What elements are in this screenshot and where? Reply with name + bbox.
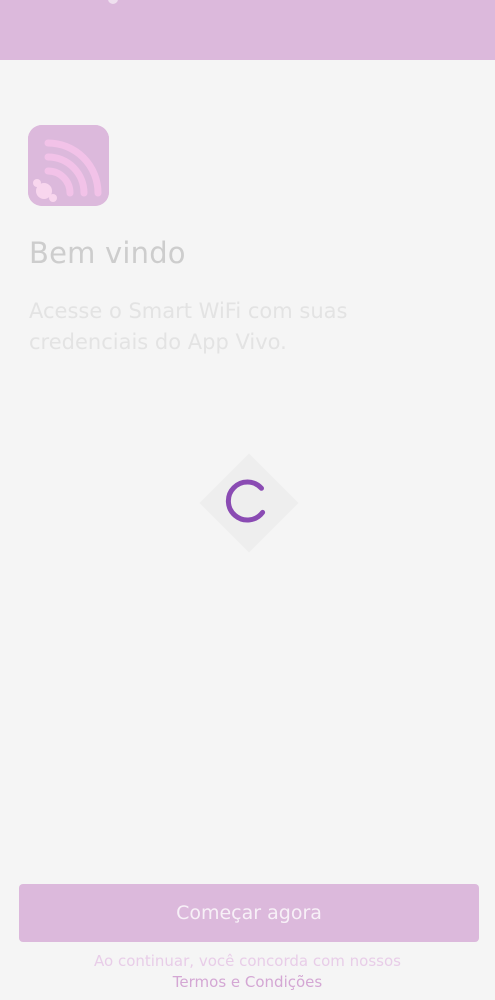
terms-notice: Ao continuar, você concorda com nossos T… <box>0 951 495 993</box>
app-logo <box>28 125 109 206</box>
status-bar-glimpse <box>108 0 118 4</box>
welcome-title: Bem vindo <box>29 236 186 270</box>
terms-notice-text: Ao continuar, você concorda com nossos <box>94 952 401 970</box>
loading-spinner <box>224 478 270 524</box>
welcome-subtitle: Acesse o Smart WiFi com suas credenciais… <box>29 299 348 354</box>
terms-link[interactable]: Termos e Condições <box>173 972 322 993</box>
start-now-button[interactable]: Começar agora <box>19 884 479 942</box>
wifi-pacifier-icon <box>28 125 109 206</box>
loading-spinner-icon <box>225 479 266 523</box>
header-bar <box>0 0 495 60</box>
